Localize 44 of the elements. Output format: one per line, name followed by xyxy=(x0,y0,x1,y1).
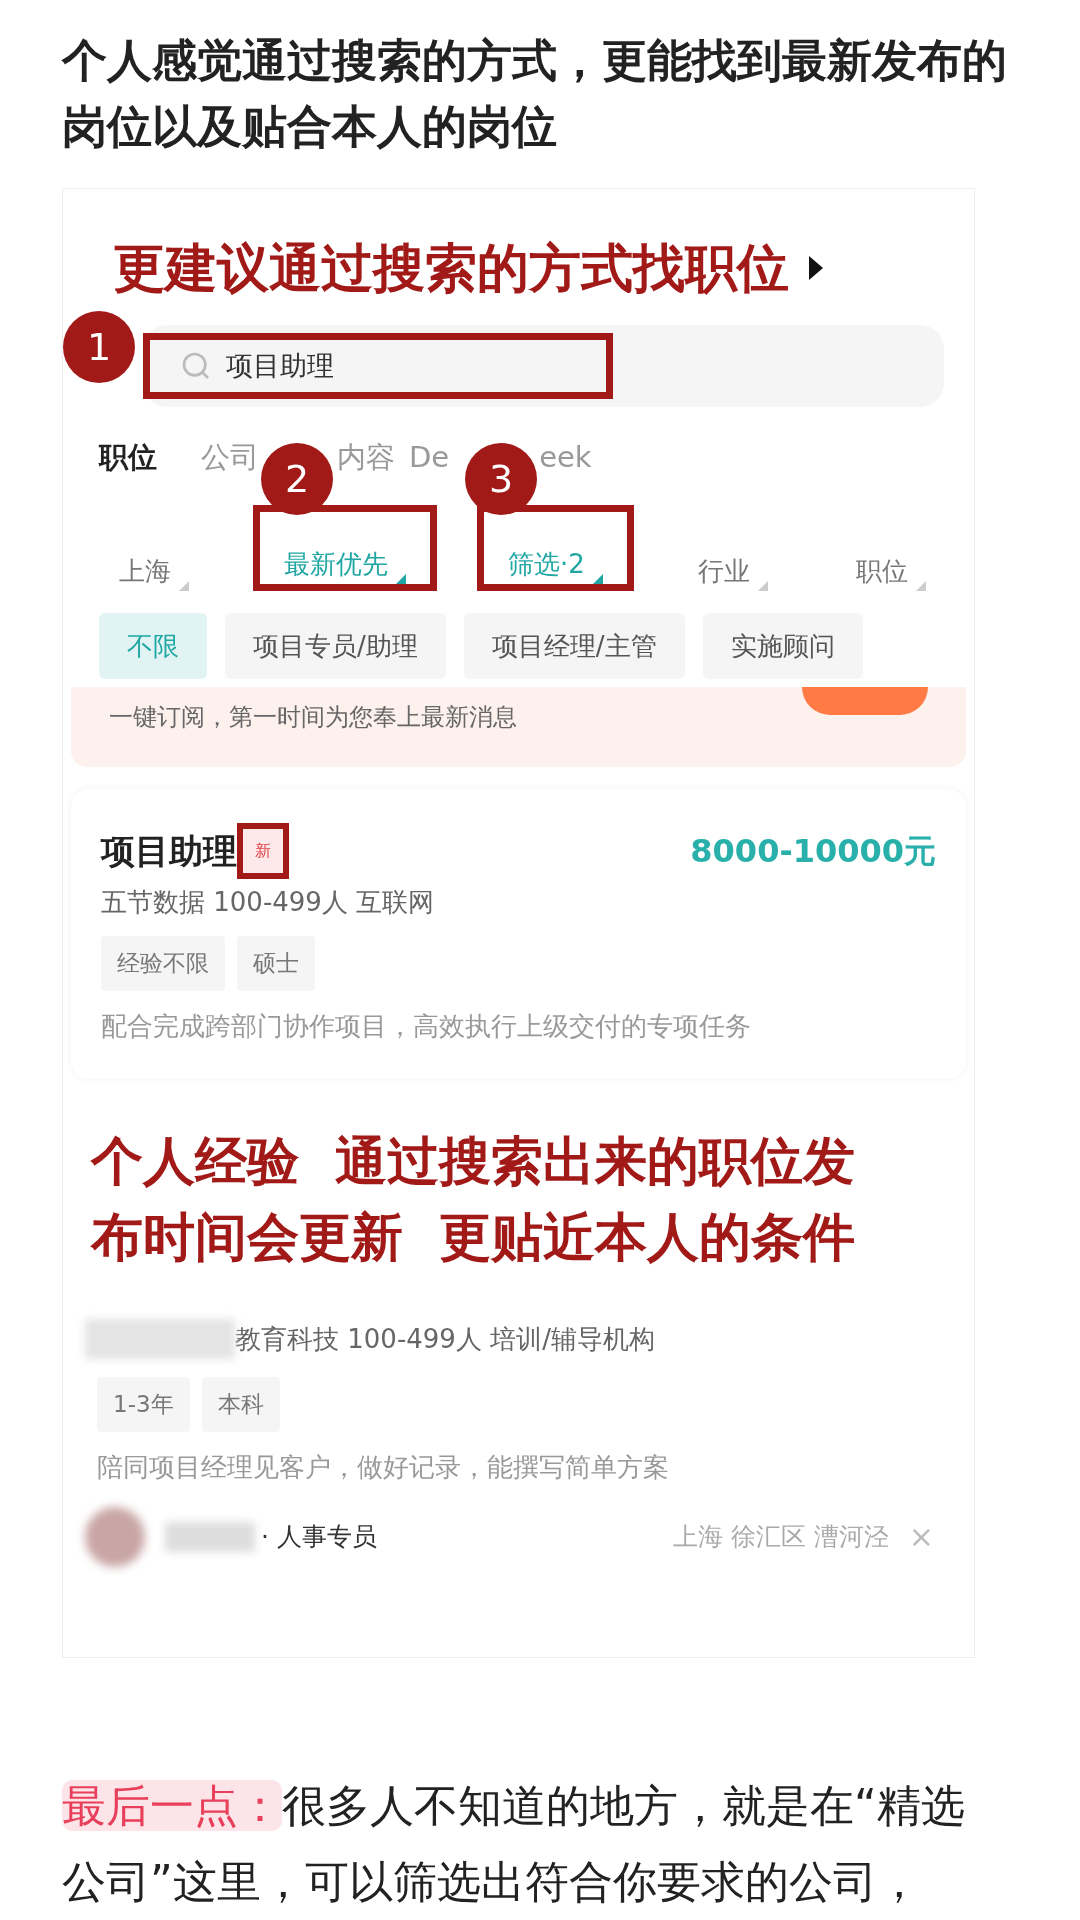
filter-dropdown[interactable]: 上海 xyxy=(95,505,213,591)
tab[interactable]: 职位 xyxy=(99,436,157,480)
heading: 个人感觉通过搜索的方式，更能找到最新发布的岗位以及贴合本人的岗位 xyxy=(62,33,1008,155)
job-description: 配合完成跨部门协作项目，高效执行上级交付的专项任务 xyxy=(101,1009,752,1043)
annotation-note: 布时间会更新 更贴近本人的条件 xyxy=(91,1206,857,1269)
recruiter-role: · 人事专员 xyxy=(261,1520,377,1553)
paragraph: 最后一点：很多人不知道的地方，就是在“精选公司”这里，可以筛选出符合你要求的公司， xyxy=(62,1779,966,1909)
corner-caret-icon xyxy=(915,581,926,591)
category-chip[interactable]: 不限 xyxy=(99,613,207,679)
annotation-note: 个人经验 通过搜索出来的职位发 xyxy=(91,1130,857,1193)
requirement-tag: 硕士 xyxy=(237,936,315,991)
category-chip[interactable]: 项目经理/主管 xyxy=(463,613,685,679)
filter-dropdown[interactable]: 行业 xyxy=(673,505,792,591)
company-info: 五节数据 100-499人 互联网 xyxy=(101,886,436,919)
subscribe-button[interactable] xyxy=(802,687,928,715)
search-field[interactable]: 项目助理 xyxy=(143,333,613,399)
corner-caret-icon xyxy=(757,581,768,591)
requirement-tag: 本科 xyxy=(201,1377,280,1432)
category-chip[interactable]: 实施顾问 xyxy=(702,613,863,679)
number-marker: 1 xyxy=(63,311,135,383)
annotation-title: 更建议通过搜索的方式找职位 xyxy=(113,237,789,300)
location: 上海 徐汇区 漕河泾 xyxy=(672,1520,889,1553)
search-bar[interactable]: 项目助理 xyxy=(143,325,944,407)
corner-caret-icon xyxy=(592,574,603,584)
filter-dropdown[interactable]: 职位 xyxy=(831,505,950,591)
tab[interactable]: 内容 xyxy=(337,436,395,480)
company-info: 教育科技 100-499人 培训/辅导机构 xyxy=(235,1322,655,1356)
salary: 8000-10000元 xyxy=(690,831,936,872)
tab[interactable]: 公司 xyxy=(201,436,259,480)
requirement-tag: 经验不限 xyxy=(101,936,225,991)
new-badge: 新 xyxy=(237,823,289,879)
number-marker: 2 xyxy=(261,443,333,515)
number-marker: 3 xyxy=(465,443,537,515)
avatar xyxy=(85,1506,145,1567)
search-text: 项目助理 xyxy=(226,348,334,383)
job-description: 陪同项目经理见客户，做好记录，能撰写简单方案 xyxy=(96,1450,670,1484)
job-title: 项目助理 xyxy=(101,829,237,873)
play-icon xyxy=(809,256,823,280)
banner-text: 一键订阅，第一时间为您奉上最新消息 xyxy=(109,702,517,733)
category-chip[interactable]: 项目专员/助理 xyxy=(225,613,446,679)
requirement-tag: 1-3年 xyxy=(97,1377,190,1432)
corner-caret-icon xyxy=(396,574,406,584)
job-card[interactable]: 项目助理 新 8000-10000元 五节数据 100-499人 互联网 经验不限 硕士 配合完成跨部门协作项目，高效执行上级交付的专项任务 xyxy=(71,789,966,1079)
corner-caret-icon xyxy=(179,581,189,591)
